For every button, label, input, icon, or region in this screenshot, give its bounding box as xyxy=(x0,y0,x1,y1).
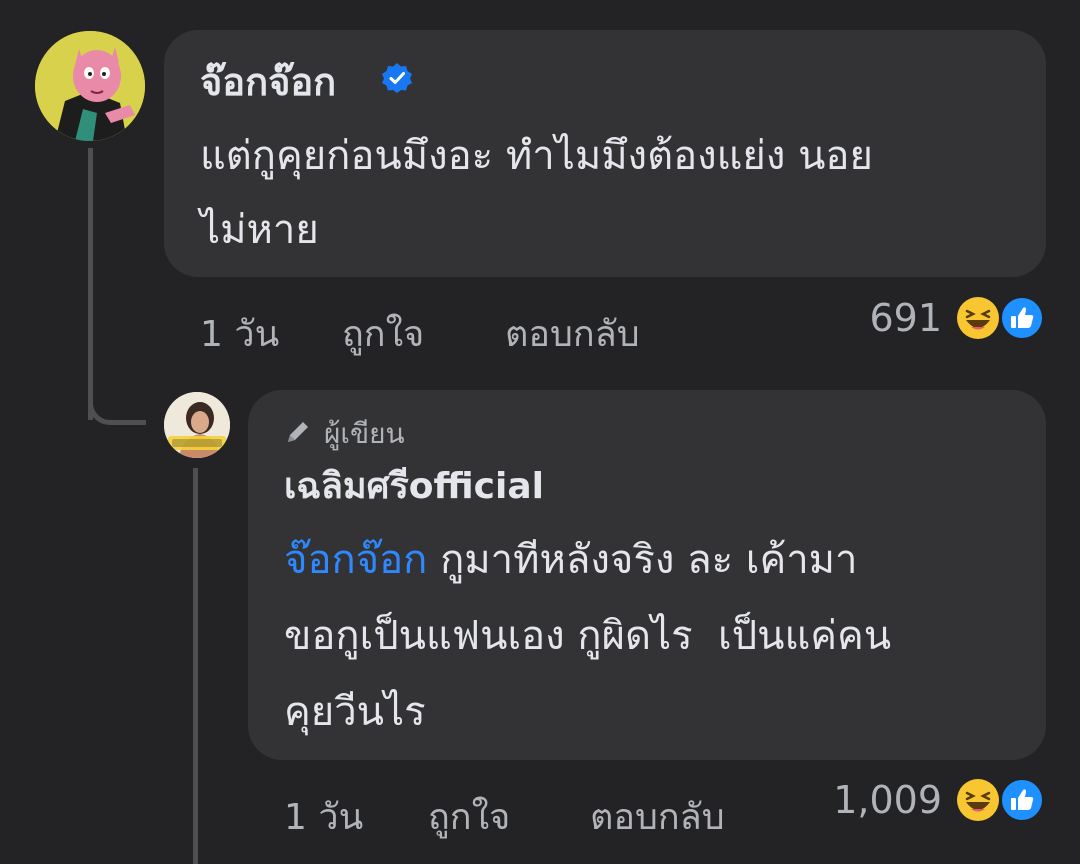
like-icon[interactable] xyxy=(1000,296,1044,340)
reply-timestamp: 1 วัน xyxy=(284,797,364,838)
comment-reply-button[interactable]: ตอบกลับ xyxy=(505,305,640,362)
thread-line-elbow xyxy=(88,380,146,425)
comment-text-line-2: ไม่หาย xyxy=(200,207,319,253)
reply-like-button[interactable]: ถูกใจ xyxy=(428,788,510,845)
reply-text-line-2: ขอกูเป็นแฟนเอง กูผิดไร เป็นแค่คน xyxy=(284,613,892,659)
comment-timestamp: 1 วัน xyxy=(200,314,280,355)
reply-author-name[interactable]: เฉลิมศรีofficial xyxy=(284,461,544,513)
verified-badge-icon xyxy=(382,63,412,93)
pencil-icon xyxy=(288,422,308,442)
comment-like-button[interactable]: ถูกใจ xyxy=(342,305,424,362)
haha-icon[interactable] xyxy=(956,778,1000,822)
mention-link[interactable]: จ๊อกจ๊อก xyxy=(284,537,427,583)
replier-avatar[interactable] xyxy=(164,392,230,458)
reply-reaction-count[interactable]: 1,009 xyxy=(790,778,942,822)
commenter-avatar[interactable] xyxy=(35,31,145,141)
like-icon[interactable] xyxy=(1000,778,1044,822)
replier-avatar-art xyxy=(164,392,230,458)
reply-text-line-1-body: กูมาทีหลังจริง ละ เค้ามา xyxy=(427,537,858,583)
reply-text-line-1: จ๊อกจ๊อก กูมาทีหลังจริง ละ เค้ามา xyxy=(284,534,858,586)
comment-author-name[interactable]: จ๊อกจ๊อก xyxy=(200,56,336,108)
comment-text-line-1: แต่กูคุยก่อนมึงอะ ทำไมมึงต้องแย่ง นอย xyxy=(200,133,873,179)
pink-panther-avatar-art xyxy=(35,31,145,141)
haha-icon[interactable] xyxy=(956,296,1000,340)
reply-thread-line xyxy=(193,468,198,864)
author-badge: ผู้เขียน xyxy=(324,417,405,450)
comment-reaction-count[interactable]: 691 xyxy=(830,296,942,340)
reply-text-line-3: คุยวีนไร xyxy=(284,689,426,735)
reply-reply-button[interactable]: ตอบกลับ xyxy=(590,788,725,845)
